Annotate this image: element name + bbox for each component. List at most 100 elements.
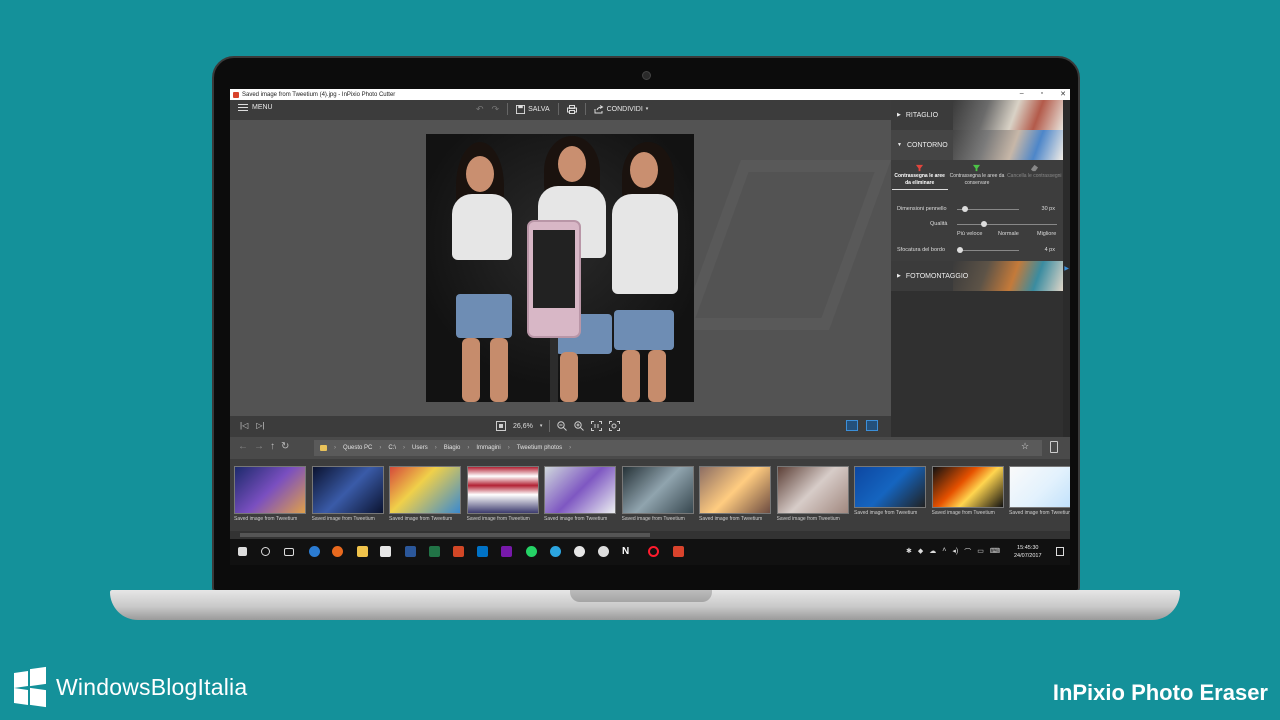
thumbnail-image [1009, 466, 1070, 508]
edge-icon[interactable] [309, 546, 320, 557]
thumbnail-item[interactable]: Saved image from Tweetium [931, 466, 1006, 516]
edge-blur-slider[interactable] [957, 247, 963, 253]
chevron-up-icon[interactable]: ˄ [942, 547, 946, 557]
breadcrumb-item[interactable]: Immagini [476, 445, 500, 451]
cortana-icon[interactable] [261, 547, 270, 556]
split-view-icon[interactable] [866, 420, 878, 431]
language-icon[interactable]: ⌨ [990, 547, 1000, 557]
telegram-icon[interactable] [550, 546, 561, 557]
dropbox-icon[interactable]: ◆ [918, 547, 923, 557]
opera-icon[interactable] [648, 546, 659, 557]
onenote-icon[interactable] [501, 546, 512, 557]
breadcrumb-item[interactable]: Users [412, 445, 428, 451]
thumbnail-caption: Saved image from Tweetium [621, 516, 685, 522]
breadcrumb-separator: › [569, 445, 572, 451]
notion-icon[interactable]: N [622, 546, 633, 557]
thumbnail-item[interactable]: Saved image from Tweetium [311, 466, 386, 522]
whatsapp-icon[interactable] [526, 546, 537, 557]
tray-app-icon[interactable]: ✱ [906, 547, 912, 557]
zoom-value[interactable]: 26,6% [513, 423, 533, 430]
section-fotomontaggio[interactable]: ▶ FOTOMONTAGGIO [891, 261, 1063, 291]
forward-arrow-icon[interactable]: → [254, 441, 264, 452]
thumbnail-item[interactable]: Saved image from Tweetium [389, 466, 463, 522]
actual-size-icon[interactable] [591, 421, 603, 431]
previous-image-icon[interactable]: |◁ [240, 421, 248, 430]
thumbnail-item[interactable]: Saved image from Tweetium [1009, 466, 1070, 516]
mark-keep-tool[interactable]: Contrassegna le aree da conservare [949, 164, 1005, 190]
volume-icon[interactable]: ◂) [952, 547, 958, 557]
share-button[interactable]: CONDIVIDI ▾ [594, 104, 648, 114]
powerpoint-icon[interactable] [453, 546, 464, 557]
undo-icon[interactable]: ↶ [476, 104, 484, 115]
breadcrumb-item[interactable]: C:\ [388, 445, 396, 451]
image-canvas[interactable] [230, 120, 891, 416]
up-arrow-icon[interactable]: ↑ [270, 441, 275, 452]
taskbar-clock[interactable]: 15:45:30 24/07/2017 [1014, 544, 1042, 560]
panel-collapse-icon[interactable]: ▶ [1064, 265, 1069, 272]
excel-icon[interactable] [429, 546, 440, 557]
close-button[interactable]: ✕ [1060, 90, 1066, 98]
brush-size-slider[interactable] [962, 206, 968, 212]
save-button[interactable]: SALVA [516, 104, 550, 114]
minimize-button[interactable]: – [1020, 90, 1024, 98]
breadcrumb-item[interactable]: Biagio [444, 445, 461, 451]
thumbnail-scrollbar[interactable] [230, 531, 1070, 539]
edited-photo[interactable] [426, 134, 694, 402]
firefox-icon[interactable] [332, 546, 343, 557]
mark-remove-tool[interactable]: Contrassegna le aree da eliminare [891, 164, 948, 190]
windows-start-icon[interactable] [238, 547, 247, 556]
section-contorno[interactable]: ▼ CONTORNO [891, 130, 1063, 160]
breadcrumb-item[interactable]: Tweetium photos [517, 445, 562, 451]
maximize-button[interactable]: ▫ [1041, 90, 1043, 98]
breadcrumb[interactable]: › Questo PC › C:\ › Users › Biagio › Imm… [314, 440, 1042, 456]
menu-label: MENU [252, 104, 273, 111]
word-icon[interactable] [405, 546, 416, 557]
quality-track[interactable] [957, 224, 1057, 225]
tweetium-icon[interactable] [574, 546, 585, 557]
zoom-in-icon[interactable] [574, 421, 585, 431]
thumbnail-image [854, 466, 926, 508]
zoom-fit-icon[interactable] [609, 421, 621, 431]
breadcrumb-item[interactable]: Questo PC [343, 445, 372, 451]
scrollbar-thumb[interactable] [240, 533, 650, 537]
erase-marks-tool[interactable]: Cancella le contrassegni [1006, 164, 1062, 190]
photo-figure [490, 338, 508, 402]
store-icon[interactable] [380, 546, 391, 557]
single-view-icon[interactable] [846, 420, 858, 431]
mobile-device-icon[interactable] [1050, 441, 1058, 453]
thumbnail-item[interactable]: Saved image from Tweetium [854, 466, 928, 516]
favorite-star-icon[interactable]: ☆ [1021, 441, 1029, 452]
thumbnail-item[interactable]: Saved image from Tweetium [544, 466, 618, 522]
refresh-icon[interactable]: ↻ [281, 441, 289, 452]
print-icon[interactable] [566, 104, 577, 114]
redo-icon[interactable]: ↷ [492, 104, 500, 115]
file-explorer-icon[interactable] [357, 546, 368, 557]
zoom-dropdown-icon[interactable]: ▾ [540, 423, 543, 429]
thumbnail-item[interactable]: Saved image from Tweetium [699, 466, 773, 522]
quality-slider[interactable] [981, 221, 987, 227]
brush-size-control: Dimensioni pennello 30 px [897, 206, 1057, 212]
outlook-icon[interactable] [477, 546, 488, 557]
thumbnail-item[interactable]: Saved image from Tweetium [234, 466, 308, 522]
task-view-icon[interactable] [284, 548, 294, 556]
next-image-icon[interactable]: ▷| [256, 421, 264, 430]
zoom-out-icon[interactable] [557, 421, 568, 431]
back-arrow-icon[interactable]: ← [238, 441, 248, 452]
inpixio-icon[interactable] [673, 546, 684, 557]
section-fotomontaggio-banner [953, 261, 1063, 291]
section-ritaglio[interactable]: ▶ RITAGLIO [891, 100, 1063, 130]
thumbnail-item[interactable]: Saved image from Tweetium [621, 466, 696, 522]
thumbnail-image [389, 466, 461, 514]
menu-button[interactable]: MENU [238, 104, 273, 111]
chevron-down-icon: ▼ [897, 142, 902, 148]
cloud-icon[interactable]: ☁ [929, 547, 936, 557]
notifications-icon[interactable] [1056, 547, 1064, 556]
thumbnail-item[interactable]: Saved image from Tweetium [466, 466, 541, 522]
battery-icon[interactable]: ▭ [977, 547, 984, 557]
fit-screen-icon[interactable] [496, 421, 506, 431]
edge-blur-track[interactable] [957, 250, 1019, 251]
laptop-screen: Saved image from Tweetium (4).jpg - InPi… [230, 89, 1070, 565]
network-icon[interactable]: ⌒ [964, 547, 971, 557]
thumbnail-item[interactable]: Saved image from Tweetium [776, 466, 851, 522]
app-icon[interactable] [598, 546, 609, 557]
